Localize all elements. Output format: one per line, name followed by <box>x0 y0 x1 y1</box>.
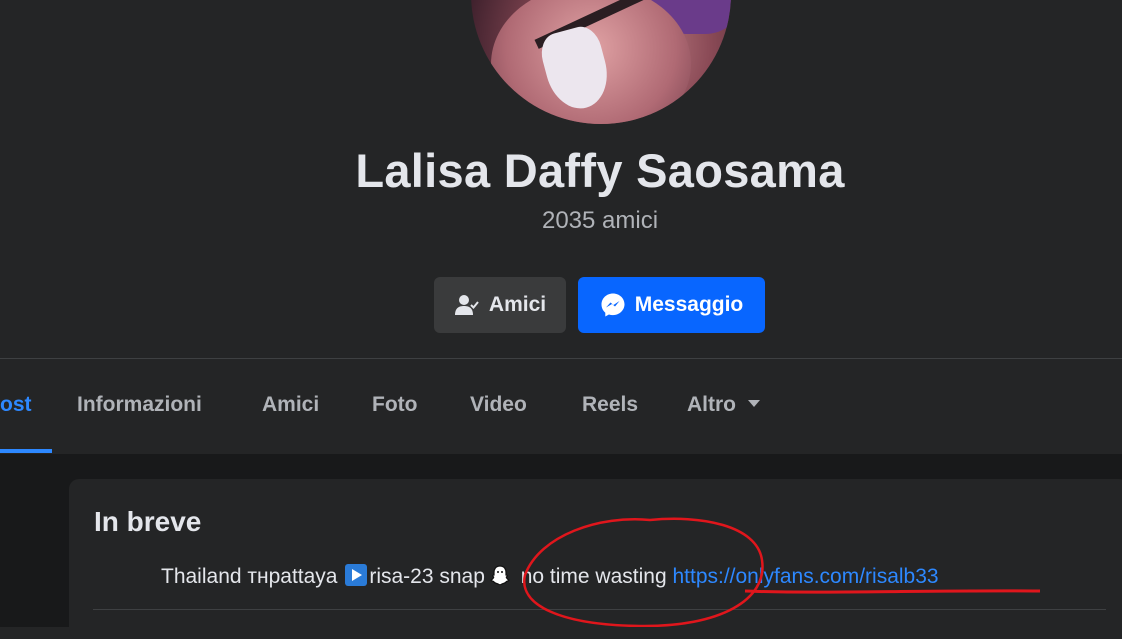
tab-video[interactable]: Video <box>470 393 527 417</box>
message-button[interactable]: Messaggio <box>578 277 765 333</box>
card-divider <box>93 609 1106 610</box>
bio-link[interactable]: https://onlyfans.com/risalb33 <box>672 565 938 588</box>
tab-foto[interactable]: Foto <box>372 393 417 417</box>
profile-avatar[interactable] <box>471 0 731 124</box>
tab-reels[interactable]: Reels <box>582 393 638 417</box>
messenger-icon <box>600 292 626 318</box>
bio-part: no time wasting <box>514 565 673 588</box>
intro-card: In breve Thailand тнpattaya risa-23 snap… <box>69 479 1122 639</box>
snapchat-ghost-icon <box>489 564 511 588</box>
tab-altro-label: Altro <box>687 393 736 416</box>
caret-down-icon <box>748 399 760 407</box>
profile-header: Lalisa Daffy Saosama 2035 amici Amici Me… <box>0 0 1122 358</box>
profile-tabs: ost Informazioni Amici Foto Video Reels … <box>0 359 1122 454</box>
bio-text: Thailand тнpattaya risa-23 snap no time … <box>161 564 939 589</box>
message-button-label: Messaggio <box>634 293 744 316</box>
friends-button-label: Amici <box>488 293 547 316</box>
tab-informazioni[interactable]: Informazioni <box>77 393 202 417</box>
tab-post[interactable]: ost <box>0 393 32 417</box>
intro-title: In breve <box>94 506 202 537</box>
tab-altro[interactable]: Altro <box>687 393 760 417</box>
bio-part: Thailand тнpattaya <box>161 565 344 588</box>
person-check-icon <box>454 292 480 318</box>
active-tab-indicator <box>0 449 52 453</box>
play-button-icon <box>345 564 368 586</box>
bio-part: risa-23 snap <box>369 565 485 588</box>
friends-count[interactable]: 2035 amici <box>0 207 1122 235</box>
tab-amici[interactable]: Amici <box>262 393 319 417</box>
profile-name: Lalisa Daffy Saosama <box>355 144 845 197</box>
friends-button[interactable]: Amici <box>434 277 566 333</box>
